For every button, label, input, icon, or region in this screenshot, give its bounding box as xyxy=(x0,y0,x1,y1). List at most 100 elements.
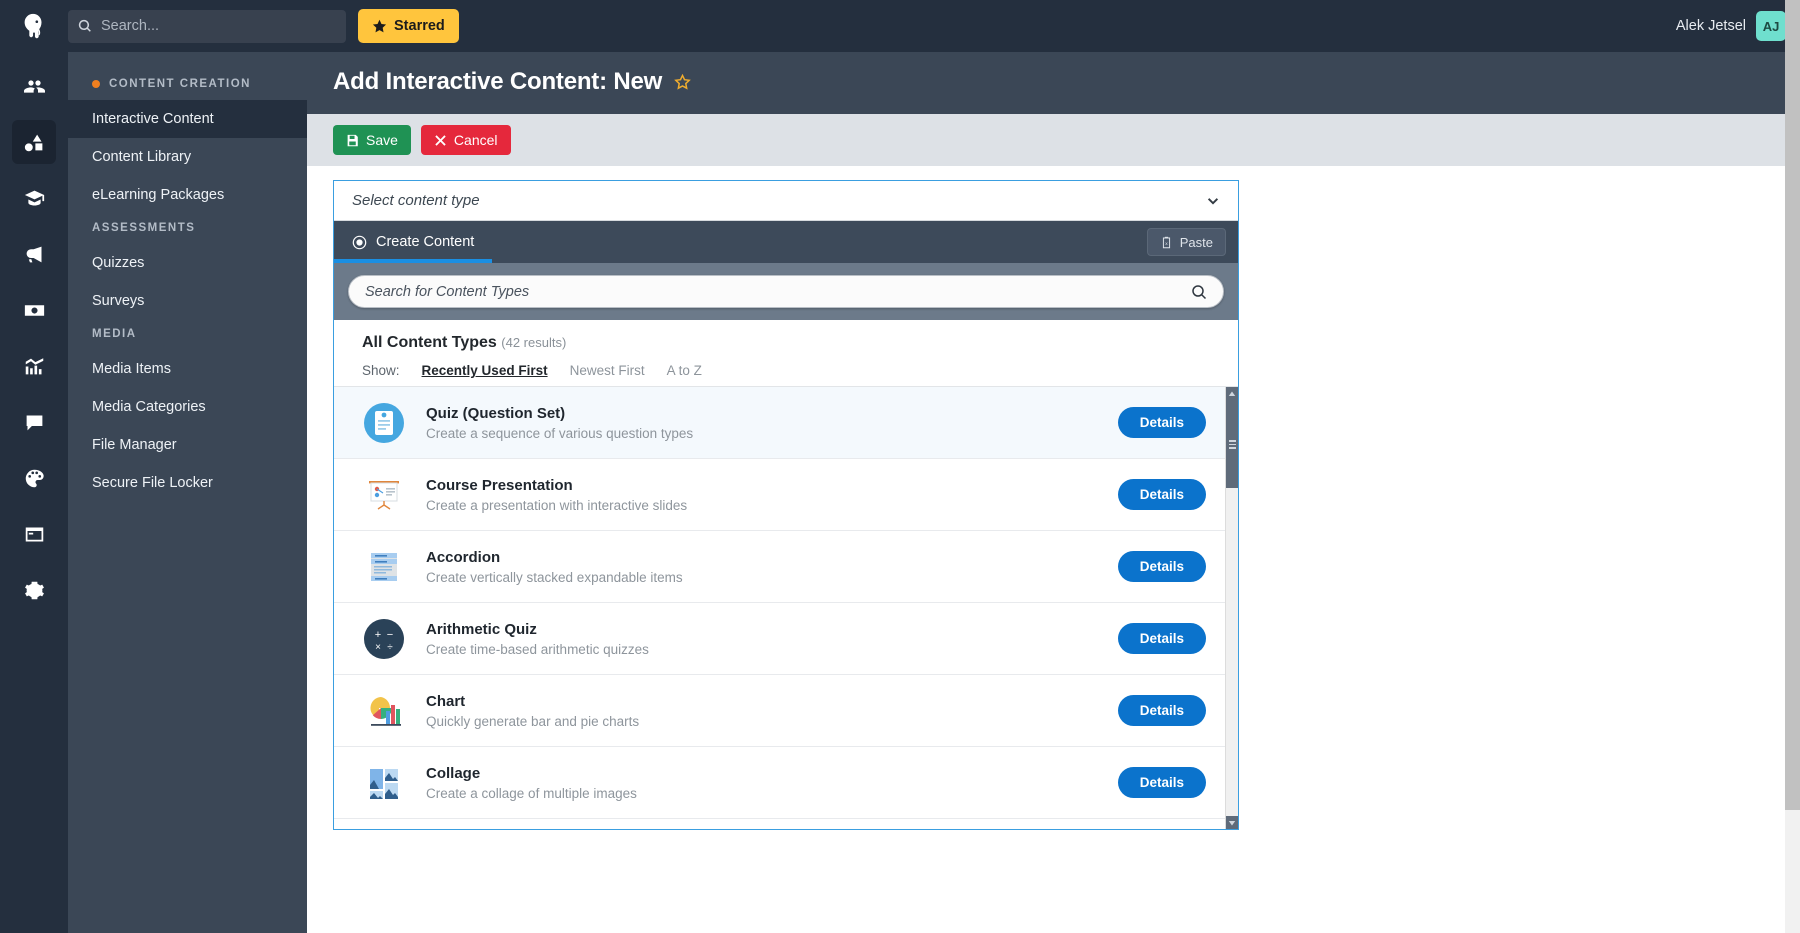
svg-text:÷: ÷ xyxy=(387,642,393,653)
chevron-down-icon xyxy=(1228,820,1236,825)
content-type-row[interactable]: + − × ÷ Arithmetic Quiz Create time-base… xyxy=(334,603,1238,676)
sort-option-newest-first[interactable]: Newest First xyxy=(570,363,645,378)
hub-list-wrap: Quiz (Question Set) Create a sequence of… xyxy=(334,386,1238,829)
content-type-name: Collage xyxy=(426,764,481,782)
content-type-name: Quiz (Question Set) xyxy=(426,404,566,422)
rail-item-content-shapes[interactable] xyxy=(12,120,56,164)
star-outline-icon[interactable] xyxy=(674,73,691,91)
details-button[interactable]: Details xyxy=(1117,695,1206,727)
radio-selected-icon xyxy=(352,235,367,250)
content-type-row[interactable]: Chart Quickly generate bar and pie chart… xyxy=(334,675,1238,748)
save-label: Save xyxy=(366,132,398,148)
icon-rail xyxy=(0,52,68,933)
paste-button[interactable]: x Paste xyxy=(1146,228,1226,257)
content-type-row[interactable]: Course Presentation Create a presentatio… xyxy=(334,459,1238,532)
sidebar-item-media-items[interactable]: Media Items xyxy=(68,350,307,388)
content-type-description: Create time-based arithmetic quizzes xyxy=(426,641,649,657)
sidebar-item-elearning-packages[interactable]: eLearning Packages xyxy=(68,176,307,214)
content-type-row[interactable]: Quiz (Question Set) Create a sequence of… xyxy=(334,387,1238,460)
content-type-row[interactable]: Accordion Create vertically stacked expa… xyxy=(334,531,1238,604)
content-type-description: Create a sequence of various question ty… xyxy=(426,425,694,441)
page-header: Add Interactive Content: New xyxy=(307,52,1800,114)
comment-icon xyxy=(26,415,42,430)
rail-item-users[interactable] xyxy=(12,64,56,108)
rail-item-settings[interactable] xyxy=(12,568,56,612)
sidebar-item-quizzes[interactable]: Quizzes xyxy=(68,244,307,282)
paste-label: Paste xyxy=(1179,234,1213,250)
topbar-user-area: Alek Jetsel AJ xyxy=(1676,11,1800,41)
content-type-search-input[interactable] xyxy=(365,283,1191,300)
scroll-down-button[interactable] xyxy=(1226,816,1238,829)
svg-text:×: × xyxy=(375,642,381,653)
details-button[interactable]: Details xyxy=(1117,479,1206,511)
avatar[interactable]: AJ xyxy=(1756,11,1786,41)
rail-item-appearance[interactable] xyxy=(12,456,56,500)
details-button[interactable]: Details xyxy=(1117,767,1206,799)
sidebar-item-label: Surveys xyxy=(92,293,145,309)
search-icon[interactable] xyxy=(1191,284,1207,300)
action-toolbar: Save Cancel xyxy=(307,114,1800,166)
sidebar-section-label: CONTENT CREATION xyxy=(109,78,251,90)
chevron-up-icon xyxy=(1228,391,1236,396)
star-filled-icon xyxy=(372,19,387,32)
content-type-select[interactable]: Select content type xyxy=(334,181,1238,222)
rail-item-messages[interactable] xyxy=(12,400,56,444)
content-type-name: Accordion xyxy=(426,548,501,566)
scrollbar-thumb[interactable] xyxy=(1226,400,1238,489)
svg-text:−: − xyxy=(387,629,393,641)
hub-tabbar: Create Content x Paste xyxy=(334,221,1238,264)
content-type-row[interactable]: Collage Create a collage of multiple ima… xyxy=(334,747,1238,820)
list-scrollbar[interactable] xyxy=(1225,387,1238,829)
rail-item-courses[interactable] xyxy=(12,176,56,220)
cancel-button[interactable]: Cancel xyxy=(420,125,511,155)
starred-label: Starred xyxy=(394,18,445,34)
sidebar-item-content-library[interactable]: Content Library xyxy=(68,138,307,176)
main-content: Add Interactive Content: New Save Cancel xyxy=(307,52,1800,933)
content-type-text: Arithmetic Quiz Create time-based arithm… xyxy=(426,621,1118,657)
rail-item-announcements[interactable] xyxy=(12,232,56,276)
window-scrollbar[interactable] xyxy=(1785,0,1800,933)
rail-item-reports[interactable] xyxy=(12,344,56,388)
sidebar-item-interactive-content[interactable]: Interactive Content xyxy=(68,100,307,138)
accordion-icon xyxy=(362,545,406,589)
list-result-count: (42 results) xyxy=(501,335,567,351)
app-logo[interactable] xyxy=(0,11,68,41)
collage-icon xyxy=(362,761,406,805)
sort-option-recently-used[interactable]: Recently Used First xyxy=(422,363,548,378)
scroll-up-button[interactable] xyxy=(1226,387,1238,401)
details-button[interactable]: Details xyxy=(1117,623,1206,655)
rail-item-pages[interactable] xyxy=(12,512,56,556)
search-input[interactable] xyxy=(101,18,336,34)
content-hub-panel: Select content type Create Content x Pas… xyxy=(333,180,1239,830)
content-type-search[interactable] xyxy=(348,275,1224,309)
content-type-list: Quiz (Question Set) Create a sequence of… xyxy=(334,387,1238,829)
megaphone-icon xyxy=(26,246,41,262)
content-area: Select content type Create Content x Pas… xyxy=(307,166,1800,933)
content-type-description: Create vertically stacked expandable ite… xyxy=(426,569,683,585)
content-type-text: Accordion Create vertically stacked expa… xyxy=(426,549,1118,585)
content-type-description: Create a presentation with interactive s… xyxy=(426,497,688,513)
content-type-row[interactable]: Column Organize Interactive Content cont… xyxy=(334,819,1238,829)
content-type-description: Quickly generate bar and pie charts xyxy=(426,713,640,729)
scrollbar-grip-icon xyxy=(1228,438,1236,451)
starred-button[interactable]: Starred xyxy=(358,9,459,43)
sort-option-a-to-z[interactable]: A to Z xyxy=(667,363,702,378)
sidebar-item-secure-file-locker[interactable]: Secure File Locker xyxy=(68,464,307,502)
tab-create-content[interactable]: Create Content xyxy=(334,221,493,264)
sidebar-item-label: Content Library xyxy=(92,149,192,165)
sidebar-item-file-manager[interactable]: File Manager xyxy=(68,426,307,464)
show-label: Show: xyxy=(362,363,400,379)
chart-icon xyxy=(362,689,406,733)
sidebar-item-label: Secure File Locker xyxy=(92,475,213,491)
window-scrollbar-thumb[interactable] xyxy=(1785,0,1800,810)
course-presentation-icon xyxy=(362,473,406,517)
sidebar-item-surveys[interactable]: Surveys xyxy=(68,282,307,320)
global-search[interactable] xyxy=(68,9,346,43)
save-button[interactable]: Save xyxy=(333,125,411,155)
svg-text:+: + xyxy=(375,629,381,641)
details-button[interactable]: Details xyxy=(1117,407,1206,439)
sidebar-item-media-categories[interactable]: Media Categories xyxy=(68,388,307,426)
details-button[interactable]: Details xyxy=(1117,551,1206,583)
rail-item-billing[interactable] xyxy=(12,288,56,332)
top-bar: Starred Alek Jetsel AJ xyxy=(0,0,1800,52)
